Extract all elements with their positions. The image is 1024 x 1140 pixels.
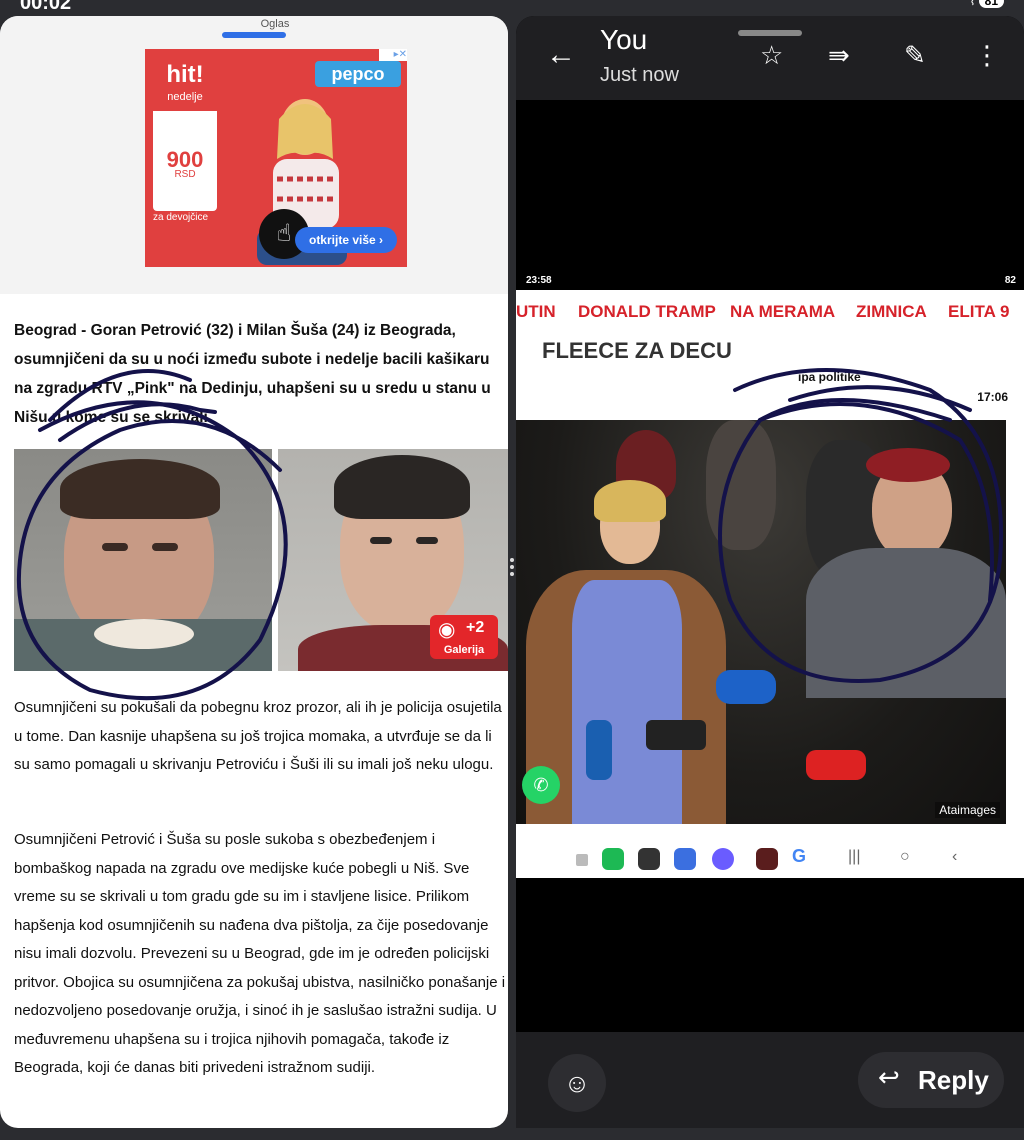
- more-vert-icon[interactable]: ⋮: [974, 40, 1000, 71]
- gallery-button[interactable]: ◉ +2 Galerija: [430, 615, 498, 659]
- article-lead: Beograd - Goran Petrović (32) i Milan Šu…: [14, 322, 491, 426]
- sender-name: You: [600, 24, 648, 55]
- reply-arrow-icon: ↩: [878, 1062, 900, 1092]
- screenshot-date: 17:06: [977, 390, 1008, 404]
- ad-drag-handle[interactable]: [222, 32, 286, 38]
- apps-grid-icon: [576, 854, 588, 866]
- promo-currency: RSD: [174, 169, 196, 180]
- chat-app-icon: [712, 848, 734, 870]
- add-reaction-icon[interactable]: ☺: [548, 1054, 606, 1112]
- topic-tag: ELITA 9: [948, 302, 1010, 321]
- status-icons: ⌇ 81: [969, 0, 1004, 8]
- pencil-icon[interactable]: ✎: [904, 40, 926, 71]
- shared-screenshot[interactable]: 23:58 82 UTIN DONALD TRAMP NA MERAMA ZIM…: [516, 272, 1024, 878]
- viewer-header: ← You Just now ☆ ⇛ ✎ ⋮: [516, 16, 1024, 100]
- promo-brand: hit!: [153, 61, 217, 111]
- promo-description: Praznični džemper za devojčice: [153, 186, 209, 223]
- viewer-footer: ☺ ↩ Reply: [516, 1032, 1024, 1128]
- press-photo: ✆ Ataimages: [516, 420, 1006, 824]
- reply-button[interactable]: ↩ Reply: [858, 1052, 1004, 1108]
- article-paragraph-2: Osumnjičeni Petrović i Šuša su posle suk…: [14, 831, 506, 1076]
- suspect-photo-2[interactable]: ◉ +2 Galerija: [278, 449, 508, 671]
- whatsapp-icon: ✆: [522, 766, 560, 804]
- app-icon: [756, 848, 778, 870]
- reply-label: Reply: [918, 1065, 989, 1095]
- suspect-photo-1[interactable]: [14, 449, 272, 671]
- phone-icon: [602, 848, 624, 870]
- split-divider-handle[interactable]: [509, 555, 515, 579]
- ad-banner[interactable]: ▸✕ hit! nedelje 900 RSD Praznični džempe…: [145, 49, 407, 267]
- back-icon: ‹: [952, 848, 958, 865]
- pane-drag-handle[interactable]: [738, 30, 802, 36]
- retailer-logo: pepco: [315, 61, 401, 87]
- gallery-count: +2: [466, 619, 485, 636]
- status-bar: 00:02 ⌇ 81: [0, 0, 1024, 16]
- topic-tags: UTIN DONALD TRAMP NA MERAMA ZIMNICA ELIT…: [516, 294, 1024, 328]
- ad-cta-button[interactable]: otkrijte više ›: [295, 227, 397, 253]
- battery-indicator: 81: [978, 0, 1004, 8]
- promo-brand-sub: nedelje: [167, 91, 203, 103]
- ad-label: Oglas: [260, 18, 290, 30]
- back-arrow-icon[interactable]: ←: [546, 38, 576, 72]
- article-paragraph-1: Osumnjičeni su pokušali da pobegnu kroz …: [14, 699, 502, 773]
- screenshot-section: ipa politike: [798, 370, 861, 384]
- message-time: Just now: [600, 64, 679, 86]
- screenshot-time: 23:58: [526, 275, 552, 286]
- topic-tag: UTIN: [516, 302, 556, 321]
- clock: 00:02: [20, 0, 72, 14]
- topic-tag: NA MERAMA: [730, 302, 836, 321]
- recents-icon: |||: [848, 848, 861, 865]
- screenshot-status-bar: 23:58 82: [516, 272, 1024, 290]
- google-icon: G: [792, 846, 807, 866]
- star-icon[interactable]: ☆: [760, 40, 783, 71]
- screenshot-navbar: G ||| ○ ‹: [516, 840, 1024, 878]
- article-pane[interactable]: Oglas ▸✕ hit! nedelje 900 RSD Praznični …: [0, 16, 508, 1128]
- camera-icon: ◉: [438, 619, 456, 641]
- topic-tag: ZIMNICA: [856, 302, 927, 321]
- photo-credit: Ataimages: [935, 802, 1000, 818]
- image-viewer-pane[interactable]: ← You Just now ☆ ⇛ ✎ ⋮ 23:58 82 UTIN DON…: [516, 16, 1024, 1128]
- suspect-photos[interactable]: ◉ +2 Galerija: [14, 449, 508, 671]
- wifi-icon: ⌇: [969, 0, 976, 8]
- forward-icon[interactable]: ⇛: [828, 40, 850, 71]
- screenshot-headline: FLEECE ZA DECU: [542, 338, 732, 363]
- ad-container: Oglas ▸✕ hit! nedelje 900 RSD Praznični …: [0, 16, 508, 294]
- gallery-label: Galerija: [443, 644, 485, 656]
- camera-app-icon: [638, 848, 660, 870]
- messages-icon: [674, 848, 696, 870]
- screenshot-battery: 82: [1004, 275, 1016, 286]
- ad-choices-icon[interactable]: ▸✕: [379, 49, 407, 61]
- topic-tag: DONALD TRAMP: [578, 302, 716, 321]
- home-icon: ○: [900, 848, 910, 865]
